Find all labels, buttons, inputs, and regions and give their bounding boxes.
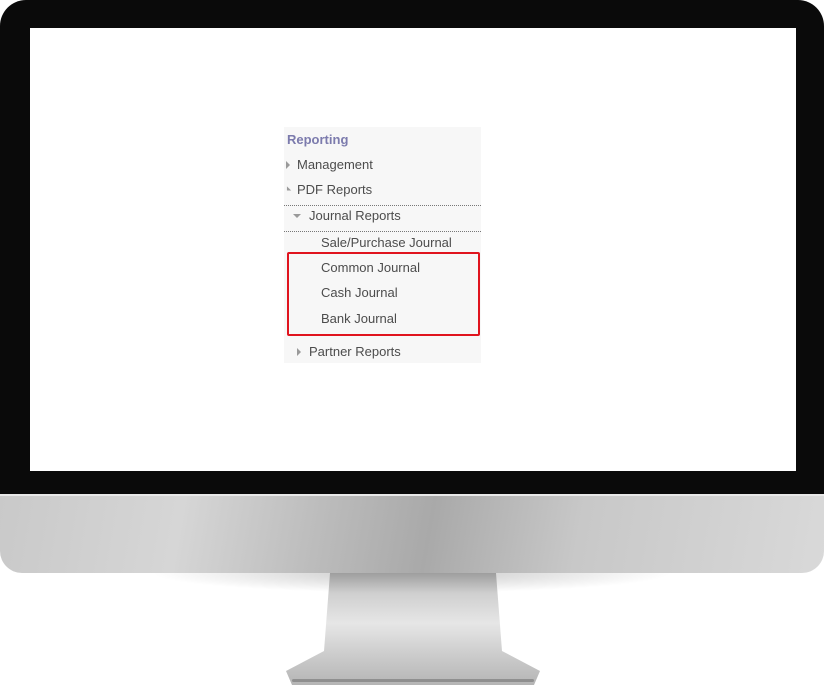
menu-item-label: Partner Reports — [309, 344, 401, 359]
menu-item-pdf-reports[interactable]: PDF Reports — [284, 179, 481, 201]
reporting-menu: Reporting Management PDF Reports Journal… — [284, 127, 481, 363]
monitor-chin — [0, 494, 824, 573]
caret-right-icon — [286, 161, 290, 169]
caret-expanded-icon — [284, 186, 292, 193]
menu-item-cash-journal[interactable]: Cash Journal — [284, 282, 481, 304]
imac-mockup: Reporting Management PDF Reports Journal… — [0, 0, 824, 686]
menu-item-label: PDF Reports — [297, 182, 373, 197]
menu-item-label: Sale/Purchase Journal — [321, 235, 452, 250]
caret-right-icon — [297, 348, 301, 356]
menu-item-common-journal[interactable]: Common Journal — [284, 257, 481, 279]
menu-header: Reporting — [287, 132, 349, 147]
menu-item-label: Bank Journal — [321, 311, 397, 326]
menu-item-partner-reports[interactable]: Partner Reports — [284, 341, 481, 363]
menu-item-bank-journal[interactable]: Bank Journal — [284, 308, 481, 330]
menu-item-label: Management — [297, 157, 373, 172]
menu-item-management[interactable]: Management — [284, 154, 481, 176]
menu-item-label: Journal Reports — [309, 208, 401, 223]
menu-item-sale-purchase-journal[interactable]: Sale/Purchase Journal — [284, 232, 481, 254]
menu-item-label: Cash Journal — [321, 285, 398, 300]
stand-base — [292, 679, 534, 682]
menu-item-label: Common Journal — [321, 260, 420, 275]
menu-item-journal-reports[interactable]: Journal Reports — [284, 205, 481, 227]
caret-down-icon — [293, 214, 301, 218]
